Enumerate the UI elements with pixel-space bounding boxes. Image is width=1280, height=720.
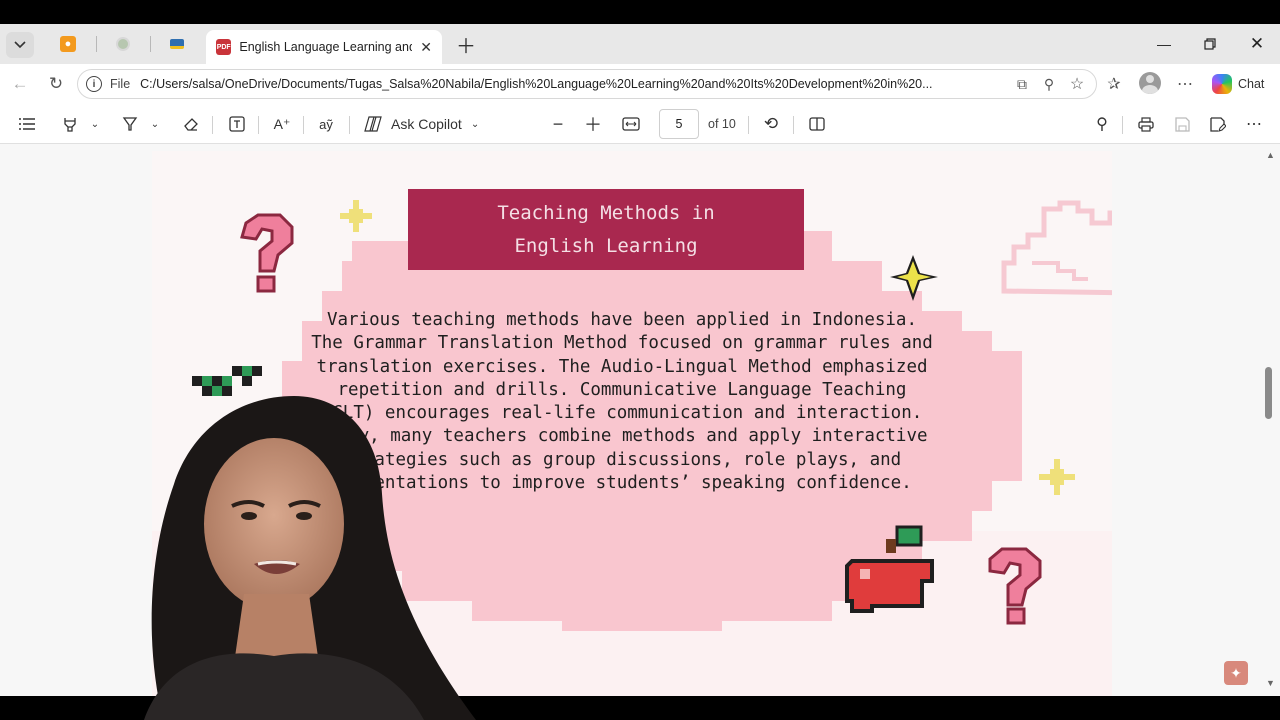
toolbar-separator xyxy=(748,116,749,134)
fit-width-shape xyxy=(622,117,640,131)
ask-copilot-button[interactable]: Ask Copilot ⌄ xyxy=(364,113,479,135)
acrobat-icon[interactable]: ✦ xyxy=(1224,661,1248,685)
scrollbar-thumb[interactable] xyxy=(1265,367,1272,419)
pdf-file-icon: PDF xyxy=(216,39,232,55)
vertical-scrollbar[interactable]: ▲ ▼ xyxy=(1260,145,1280,696)
search-icon[interactable]: ⚲ xyxy=(1091,114,1113,134)
info-icon[interactable]: i xyxy=(86,76,102,92)
tab-separator xyxy=(150,36,151,52)
total-pages-label: of 10 xyxy=(708,117,736,131)
ask-copilot-label: Ask Copilot xyxy=(391,116,462,132)
list-icon xyxy=(19,118,35,130)
floppy-shape xyxy=(1174,116,1190,132)
translate-icon[interactable]: aỹ xyxy=(315,114,337,134)
cloud-outline-icon xyxy=(1001,200,1112,296)
text-box-icon xyxy=(229,116,245,132)
highlight-dropdown[interactable]: ⌄ xyxy=(88,114,102,134)
face-shape xyxy=(204,438,344,610)
zoom-icon[interactable]: ⚲ xyxy=(1039,74,1059,94)
save-as-shape xyxy=(1210,116,1226,132)
copilot-chat-button[interactable]: Chat xyxy=(1206,70,1272,98)
scroll-up-icon[interactable]: ▲ xyxy=(1266,150,1275,160)
print-icon[interactable] xyxy=(1135,114,1157,134)
scroll-down-icon[interactable]: ▼ xyxy=(1266,678,1275,688)
read-aloud-icon[interactable]: A⁺ xyxy=(271,114,293,134)
refresh-button[interactable]: ↻ xyxy=(43,72,69,96)
rotate-icon[interactable]: ⟲ xyxy=(760,114,782,134)
printer-shape xyxy=(1138,116,1154,132)
two-page-icon xyxy=(809,117,825,131)
add-text-icon[interactable] xyxy=(226,114,248,134)
app-orange-icon: ● xyxy=(60,36,76,52)
draw-tool-icon[interactable] xyxy=(119,114,141,134)
sparkle-icon xyxy=(340,200,372,232)
restore-icon xyxy=(1204,38,1216,50)
navigation-bar: ← ↻ i File C:/Users/salsa/OneDrive/Docum… xyxy=(0,64,1280,104)
toolbar-separator xyxy=(349,116,350,134)
eraser-shape xyxy=(184,118,198,131)
site-icon xyxy=(116,37,130,51)
tab-title: English Language Learning and Its xyxy=(239,40,412,54)
toolbar-separator xyxy=(1122,116,1123,134)
toolbar-separator xyxy=(303,116,304,134)
fit-to-width-icon[interactable] xyxy=(620,114,642,134)
toolbar-separator xyxy=(258,116,259,134)
tab-active-pdf[interactable]: PDF English Language Learning and Its ✕ xyxy=(206,30,442,64)
slide-title: Teaching Methods in English Learning xyxy=(497,201,715,257)
close-tab-icon[interactable]: ✕ xyxy=(420,39,432,56)
profile-avatar[interactable] xyxy=(1139,72,1161,94)
save-as-icon[interactable] xyxy=(1207,114,1229,134)
webcam-overlay xyxy=(104,394,476,720)
address-scheme-label: File xyxy=(110,77,131,91)
minimize-button[interactable]: — xyxy=(1141,30,1187,58)
zoom-out-button[interactable]: − xyxy=(548,114,568,134)
zoom-in-button[interactable]: ＋ xyxy=(583,114,603,135)
tab-separator xyxy=(96,36,97,52)
more-options-icon[interactable]: ⋯ xyxy=(1175,74,1195,94)
presenter-video xyxy=(144,396,476,720)
page-number-input[interactable]: 5 xyxy=(659,109,699,139)
graduation-cap-icon xyxy=(170,39,184,49)
page-view-icon[interactable] xyxy=(806,114,828,134)
favorite-star-icon[interactable]: ☆ xyxy=(1067,74,1087,94)
contents-icon[interactable] xyxy=(17,114,37,134)
eraser-icon[interactable] xyxy=(180,114,202,134)
highlight-tool-icon[interactable] xyxy=(59,114,81,134)
restore-button[interactable] xyxy=(1187,30,1233,58)
draw-dropdown[interactable]: ⌄ xyxy=(148,114,162,134)
toolbar-separator xyxy=(212,116,213,134)
question-mark-icon xyxy=(240,213,294,293)
close-window-button[interactable]: ✕ xyxy=(1234,30,1280,58)
back-button[interactable]: ← xyxy=(7,72,33,96)
tab-strip: ● PDF English Language Learning and Its … xyxy=(0,24,1280,64)
chat-label: Chat xyxy=(1238,77,1265,91)
new-tab-button[interactable]: ＋ xyxy=(454,32,478,58)
address-url[interactable]: C:/Users/salsa/OneDrive/Documents/Tugas_… xyxy=(140,77,1005,91)
toolbar-separator xyxy=(793,116,794,134)
app-available-icon[interactable]: ⧉ xyxy=(1012,74,1032,94)
favorites-icon[interactable]: ✰ xyxy=(1104,74,1124,94)
chevron-down-icon: ⌄ xyxy=(470,118,480,130)
slide-title-banner: Teaching Methods in English Learning xyxy=(408,189,804,270)
sparkle-icon xyxy=(1039,459,1075,495)
copilot-icon xyxy=(1212,74,1232,94)
save-icon[interactable] xyxy=(1171,114,1193,134)
address-bar[interactable]: i File C:/Users/salsa/OneDrive/Documents… xyxy=(77,69,1097,99)
tab-actions-menu[interactable] xyxy=(6,32,34,58)
pdf-toolbar: ⌄ ⌄ A⁺ aỹ Ask Copilot ⌄ − ＋ 5 of 10 ⟲ ⚲ … xyxy=(0,104,1280,144)
tab-pinned-3[interactable] xyxy=(167,34,187,54)
tab-pinned-2[interactable] xyxy=(113,34,133,54)
copilot-outline-icon xyxy=(364,116,382,132)
chevron-down-icon xyxy=(14,41,26,49)
highlighter-icon xyxy=(64,118,76,132)
pen-icon xyxy=(122,117,138,131)
tab-pinned-1[interactable]: ● xyxy=(58,34,78,54)
settings-more-icon[interactable]: ⋯ xyxy=(1243,114,1265,134)
